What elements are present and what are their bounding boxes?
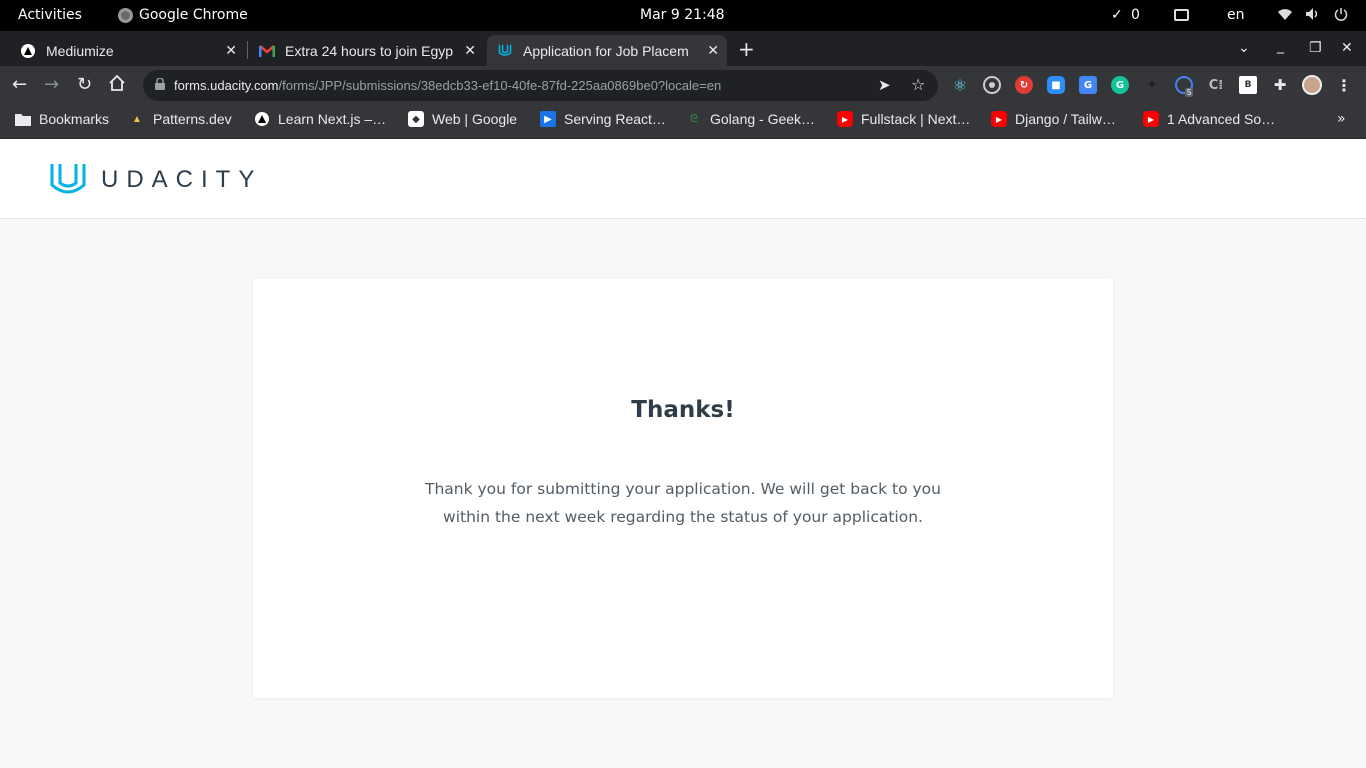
tab-separator (247, 41, 248, 59)
tab-search-icon[interactable]: ⌄ (1238, 40, 1250, 56)
zoom-extension-icon[interactable]: ■ (1047, 76, 1065, 94)
logo-wordmark: UDACITY (101, 166, 263, 193)
wifi-icon[interactable] (1277, 7, 1293, 25)
udacity-icon (497, 43, 513, 59)
bookmark-star-icon[interactable]: ☆ (911, 75, 925, 94)
bookmark-serving-react[interactable]: ▶ Serving React… (540, 111, 666, 127)
tab-title: Application for Job Placem (523, 42, 689, 59)
geeksforgeeks-icon: ᘓ (690, 112, 698, 125)
bird-extension-icon[interactable]: ✦ (1143, 76, 1161, 94)
redux-extension-icon[interactable]: ↻ (1015, 76, 1033, 94)
bookmark-label: Django / Tailw… (1015, 111, 1116, 127)
app-menu[interactable]: Google Chrome (118, 7, 248, 23)
activities-button[interactable]: Activities (18, 7, 82, 23)
bookmark-label: Golang - Geek… (710, 111, 816, 127)
address-bar[interactable]: forms.udacity.com/forms/JPP/submissions/… (143, 70, 938, 101)
udacity-logo[interactable]: UDACITY (49, 161, 262, 199)
react-devtools-icon[interactable]: ⚛ (951, 76, 969, 95)
browser-toolbar: ← → ↻ forms.udacity.com/forms/JPP/submis… (0, 66, 1366, 104)
more-bookmarks-icon[interactable]: » (1337, 111, 1346, 127)
bookmark-label: Serving React… (564, 111, 666, 127)
url-host: forms.udacity.com (174, 78, 279, 93)
youtube-icon: ▶ (991, 111, 1007, 127)
clock[interactable]: Mar 9 21:48 (640, 7, 725, 23)
bookmark-web-google[interactable]: ◆ Web | Google (408, 111, 517, 127)
bookmark-golang[interactable]: ᘓ Golang - Geek… (686, 111, 815, 127)
tab-udacity-application[interactable]: Application for Job Placem ✕ (487, 35, 727, 66)
target-extension-icon[interactable] (983, 76, 1001, 94)
lock-icon[interactable] (155, 78, 165, 90)
check-icon[interactable]: ✓ (1111, 7, 1123, 23)
notification-count: 0 (1131, 7, 1140, 23)
tab-title: Extra 24 hours to join Egyp (285, 42, 454, 59)
screenshot-icon[interactable] (1174, 9, 1189, 21)
udacity-logo-icon (50, 164, 86, 194)
bookmark-label: 1 Advanced So… (1167, 111, 1276, 127)
page-title: Thanks! (631, 397, 735, 423)
send-tab-icon[interactable]: ➤ (878, 76, 891, 94)
tab-gmail[interactable]: Extra 24 hours to join Egyp ✕ (249, 35, 484, 66)
tab-title: Mediumize (46, 42, 114, 59)
gmail-icon (259, 43, 275, 59)
url-text[interactable]: forms.udacity.com/forms/JPP/submissions/… (174, 78, 721, 93)
close-icon[interactable]: ✕ (225, 42, 237, 59)
google-web-icon: ◆ (408, 111, 424, 127)
close-icon[interactable]: ✕ (707, 42, 719, 59)
css-extension-icon[interactable]: C⁞ (1207, 76, 1225, 94)
bookmarks-bar: Bookmarks ▲ Patterns.dev Learn Next.js –… (0, 104, 1366, 139)
back-icon[interactable]: ← (12, 74, 27, 95)
bookmark-fullstack-next[interactable]: ▶ Fullstack | Next… (837, 111, 970, 127)
youtube-icon: ▶ (837, 111, 853, 127)
bookmark-bookmarks[interactable]: Bookmarks (15, 111, 109, 127)
bookmark-django-tailwind[interactable]: ▶ Django / Tailw… (991, 111, 1116, 127)
url-path: /forms/JPP/submissions/38edcb33-ef10-40f… (278, 78, 722, 93)
tab-strip: Mediumize ✕ Extra 24 hours to join Egyp … (0, 31, 1366, 66)
new-tab-button[interactable]: + (738, 37, 755, 61)
patterns-icon: ▲ (132, 113, 142, 125)
extensions-puzzle-icon[interactable]: ✚ (1271, 76, 1289, 94)
reload-icon[interactable]: ↻ (77, 74, 92, 95)
folder-icon (15, 111, 31, 127)
close-icon[interactable]: ✕ (464, 42, 476, 59)
system-top-bar: Activities Google Chrome Mar 9 21:48 ✓ 0… (0, 0, 1366, 31)
nextjs-icon (254, 111, 270, 127)
chrome-menu-icon[interactable]: ⋮ (1335, 76, 1353, 95)
forward-icon[interactable]: → (44, 74, 59, 95)
confirmation-card: Thanks! Thank you for submitting your ap… (253, 279, 1113, 698)
bookmark-learn-nextjs[interactable]: Learn Next.js –… (254, 111, 386, 127)
bookmark-label: Learn Next.js –… (278, 111, 387, 127)
site-header: UDACITY (0, 139, 1366, 219)
restore-icon[interactable]: ❐ (1309, 40, 1322, 56)
bookmark-label: Patterns.dev (153, 111, 232, 127)
bookmark-label: Bookmarks (39, 111, 110, 127)
close-window-icon[interactable]: ✕ (1341, 40, 1353, 56)
bookmark-label: Web | Google (432, 111, 518, 127)
youtube-icon: ▶ (1143, 111, 1159, 127)
language-indicator[interactable]: en (1227, 7, 1245, 23)
avatar[interactable] (1302, 75, 1322, 95)
minimize-icon[interactable]: _ (1277, 38, 1284, 54)
google-translate-icon[interactable]: G (1079, 76, 1097, 94)
power-icon[interactable] (1334, 7, 1348, 25)
bookmark-advanced-so[interactable]: ▶ 1 Advanced So… (1143, 111, 1275, 127)
home-icon[interactable] (108, 74, 126, 97)
chrome-icon (118, 7, 133, 23)
grammarly-icon[interactable]: G (1111, 76, 1129, 94)
extension-badge: 5 (1185, 88, 1194, 97)
bookmark-label: Fullstack | Next… (861, 111, 971, 127)
tab-mediumize[interactable]: Mediumize ✕ (10, 35, 245, 66)
video-icon: ▶ (540, 111, 556, 127)
b-extension-icon[interactable]: B (1239, 76, 1257, 94)
confirmation-message: Thank you for submitting your applicatio… (424, 480, 941, 526)
mediumize-icon (20, 43, 36, 59)
app-name: Google Chrome (139, 7, 248, 23)
bookmark-patterns[interactable]: ▲ Patterns.dev (129, 111, 232, 127)
volume-icon[interactable] (1305, 7, 1320, 25)
